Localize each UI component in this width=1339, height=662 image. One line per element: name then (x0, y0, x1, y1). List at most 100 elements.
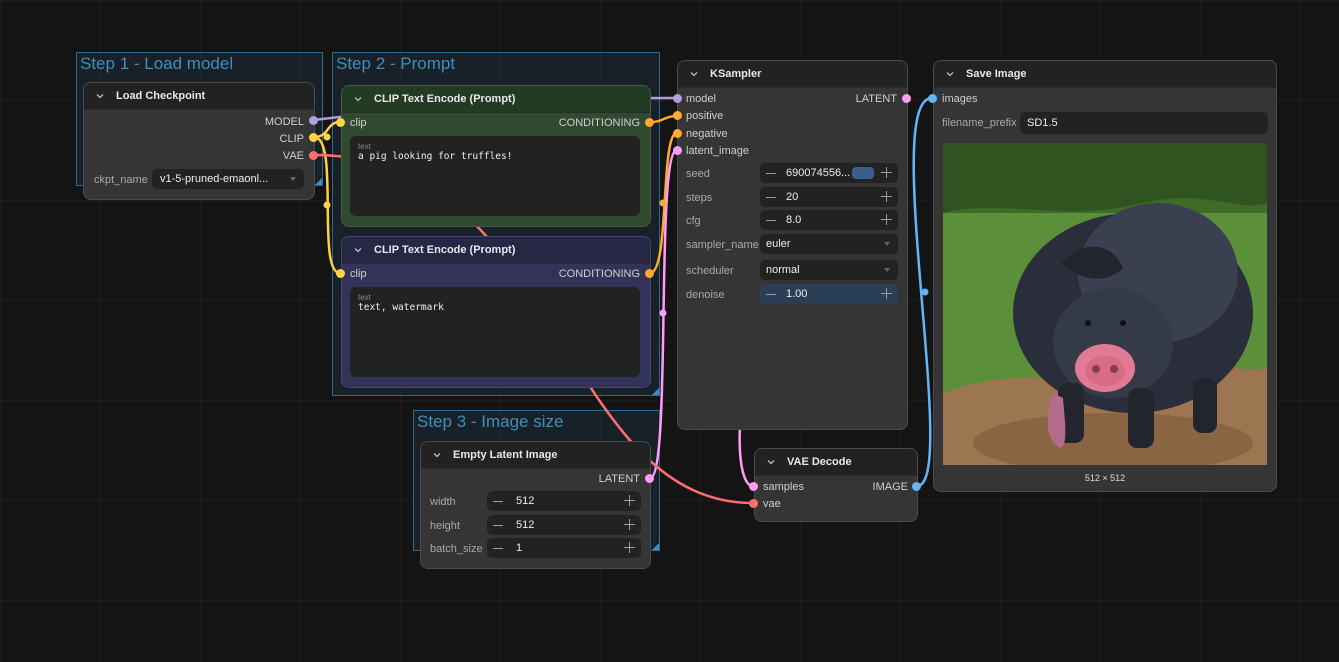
decrement-icon[interactable] (493, 525, 503, 526)
slot-dot-conditioning-out[interactable] (645, 269, 654, 278)
slot-dot-model-in[interactable] (673, 94, 682, 103)
node-ksampler[interactable]: KSampler model positive negative latent_… (677, 60, 908, 430)
increment-icon[interactable] (881, 214, 892, 225)
node-header[interactable]: VAE Decode (755, 449, 917, 476)
node-vae-decode[interactable]: VAE Decode samples vae IMAGE (754, 448, 918, 522)
node-header[interactable]: Save Image (934, 61, 1276, 88)
decrement-icon[interactable] (493, 548, 503, 549)
input-slot-negative: negative (686, 128, 728, 140)
slot-dot-model-out[interactable] (309, 116, 318, 125)
increment-icon[interactable] (624, 495, 635, 506)
textarea-label: text (358, 142, 371, 151)
node-load-checkpoint[interactable]: Load Checkpoint MODEL CLIP VAE ckpt_name… (83, 82, 315, 200)
increment-icon[interactable] (881, 167, 892, 178)
decrement-icon[interactable] (766, 294, 776, 295)
slot-dot-images-in[interactable] (928, 94, 937, 103)
slot-dot-clip-out[interactable] (309, 133, 318, 142)
slot-dot-samples-in[interactable] (749, 482, 758, 491)
node-header[interactable]: CLIP Text Encode (Prompt) (342, 237, 650, 264)
denoise-slider[interactable]: 1.00 (760, 284, 898, 304)
increment-icon[interactable] (624, 519, 635, 530)
node-title: VAE Decode (787, 456, 852, 468)
sampler-name-select[interactable]: euler (760, 234, 898, 254)
cfg-input[interactable]: 8.0 (760, 210, 898, 230)
chevron-down-icon (290, 177, 296, 181)
slot-dot-clip-in[interactable] (336, 118, 345, 127)
slot-dot-image-out[interactable] (912, 482, 921, 491)
textarea-value: text, watermark (358, 302, 444, 313)
slot-dot-negative-in[interactable] (673, 129, 682, 138)
chevron-down-icon[interactable] (352, 244, 364, 256)
chevron-down-icon[interactable] (431, 449, 443, 461)
node-title: KSampler (710, 68, 762, 80)
chevron-down-icon[interactable] (352, 93, 364, 105)
node-empty-latent-image[interactable]: Empty Latent Image LATENT width 512 heig… (420, 441, 651, 569)
decrement-icon[interactable] (766, 173, 776, 174)
node-title: Load Checkpoint (116, 90, 206, 102)
output-slot-clip: CLIP (279, 133, 304, 145)
width-input[interactable]: 512 (487, 491, 641, 511)
prompt-textarea[interactable]: text text, watermark (350, 287, 640, 377)
denoise-value: 1.00 (786, 288, 808, 300)
node-clip-text-encode-positive[interactable]: CLIP Text Encode (Prompt) clip CONDITION… (341, 85, 651, 227)
node-title: Save Image (966, 68, 1027, 80)
height-input[interactable]: 512 (487, 515, 641, 535)
filename-prefix-value: SD1.5 (1027, 117, 1058, 129)
scheduler-select[interactable]: normal (760, 260, 898, 280)
input-slot-clip: clip (350, 117, 367, 129)
increment-icon[interactable] (624, 542, 635, 553)
preview-image[interactable] (943, 143, 1267, 465)
slot-dot-latent-out[interactable] (902, 94, 911, 103)
scheduler-label: scheduler (686, 265, 734, 277)
filename-prefix-input[interactable]: SD1.5 (1020, 112, 1268, 134)
chevron-down-icon (884, 242, 890, 246)
output-slot-model: MODEL (264, 116, 304, 128)
seed-label: seed (686, 168, 710, 180)
filename-prefix-label: filename_prefix (942, 117, 1017, 129)
slot-dot-latent-out[interactable] (645, 474, 654, 483)
input-slot-positive: positive (686, 110, 724, 122)
batch-size-label: batch_size (430, 543, 483, 555)
textarea-value: a pig looking for truffles! (358, 151, 513, 162)
chevron-down-icon[interactable] (94, 90, 106, 102)
sampler-name-value: euler (766, 238, 791, 250)
node-clip-text-encode-negative[interactable]: CLIP Text Encode (Prompt) clip CONDITION… (341, 236, 651, 388)
batch-size-value: 1 (516, 542, 523, 554)
textarea-label: text (358, 293, 371, 302)
steps-input[interactable]: 20 (760, 187, 898, 207)
decrement-icon[interactable] (493, 501, 503, 502)
chevron-down-icon[interactable] (765, 456, 777, 468)
node-header[interactable]: Load Checkpoint (84, 83, 314, 110)
node-header[interactable]: Empty Latent Image (421, 442, 650, 469)
input-slot-vae: vae (763, 498, 781, 510)
seed-input[interactable]: 690074556... (760, 163, 898, 183)
decrement-icon[interactable] (766, 220, 776, 221)
slot-dot-vae-in[interactable] (749, 499, 758, 508)
chevron-down-icon[interactable] (944, 68, 956, 80)
increment-icon[interactable] (881, 191, 892, 202)
seed-value: 690074556... (786, 167, 851, 179)
decrement-icon[interactable] (766, 197, 776, 198)
node-header[interactable]: KSampler (678, 61, 907, 88)
batch-size-input[interactable]: 1 (487, 538, 641, 558)
slot-dot-clip-in[interactable] (336, 269, 345, 278)
slot-dot-latent-image-in[interactable] (673, 146, 682, 155)
ckpt-name-select[interactable]: v1-5-pruned-emaonl... (152, 169, 304, 189)
slot-dot-positive-in[interactable] (673, 111, 682, 120)
cfg-value: 8.0 (786, 214, 802, 226)
output-slot-latent: LATENT (598, 473, 640, 485)
width-value: 512 (516, 495, 535, 507)
output-slot-latent: LATENT (855, 93, 897, 105)
shuffle-icon[interactable] (852, 167, 874, 179)
chevron-down-icon[interactable] (688, 68, 700, 80)
pig-image (943, 143, 1267, 465)
slot-dot-vae-out[interactable] (309, 151, 318, 160)
slot-dot-conditioning-out[interactable] (645, 118, 654, 127)
node-title: Empty Latent Image (453, 449, 558, 461)
height-value: 512 (516, 519, 535, 531)
node-save-image[interactable]: Save Image images filename_prefix SD1.5 (933, 60, 1277, 492)
increment-icon[interactable] (881, 288, 892, 299)
node-header[interactable]: CLIP Text Encode (Prompt) (342, 86, 650, 113)
input-slot-samples: samples (763, 481, 804, 493)
prompt-textarea[interactable]: text a pig looking for truffles! (350, 136, 640, 216)
